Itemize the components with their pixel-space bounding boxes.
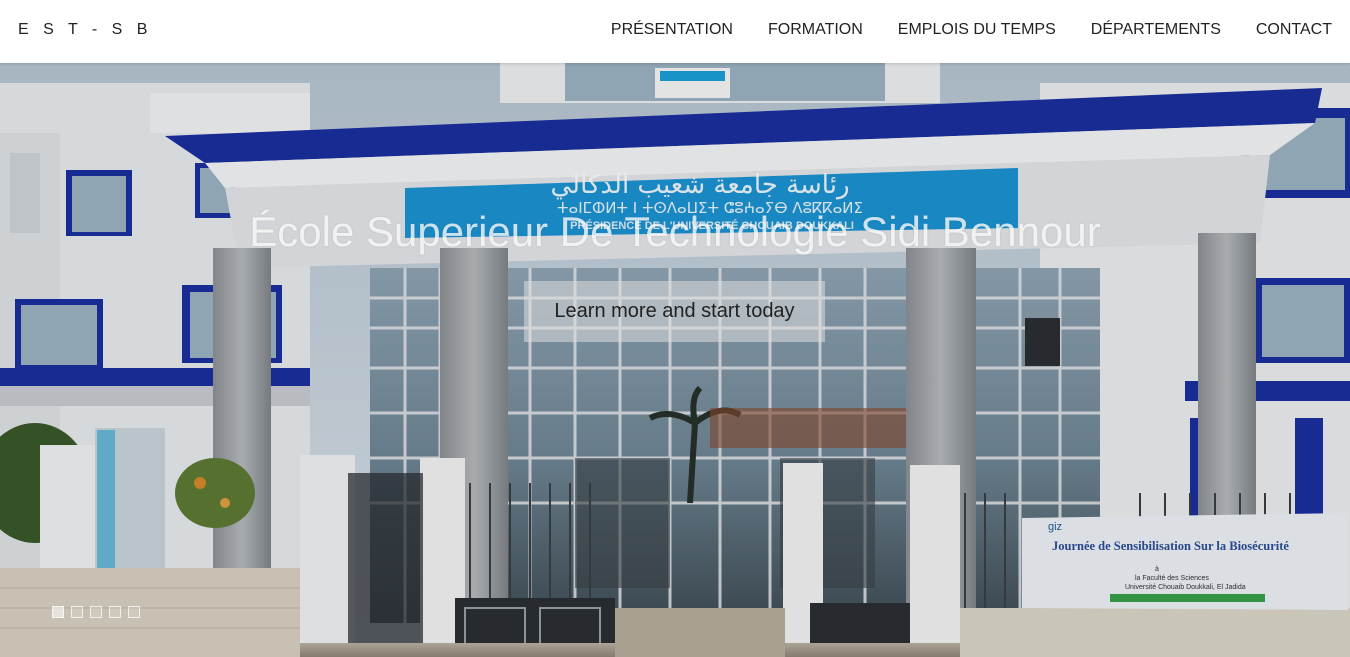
hero-carousel: رئاسة جامعة شعيب الدكالي ⵜⴰⵏⵎⵀⵍⵜ ⵏ ⵜⵙⴷⴰⵡ…	[0, 63, 1350, 657]
brand-logo-text[interactable]: E S T - S B	[18, 21, 152, 39]
carousel-indicators	[52, 606, 140, 618]
hero-title: École Superieur De Technologie Sidi Benn…	[249, 208, 1101, 255]
nav-item-emplois-du-temps[interactable]: EMPLOIS DU TEMPS	[898, 21, 1056, 39]
nav-item-formation[interactable]: FORMATION	[768, 21, 863, 39]
nav-item-contact[interactable]: CONTACT	[1256, 21, 1332, 39]
carousel-dot-4[interactable]	[109, 606, 121, 618]
carousel-dot-1[interactable]	[52, 606, 64, 618]
hero-building-photo: رئاسة جامعة شعيب الدكالي ⵜⴰⵏⵎⵀⵍⵜ ⵏ ⵜⵙⴷⴰⵡ…	[0, 63, 1350, 657]
carousel-dot-2[interactable]	[71, 606, 83, 618]
nav-item-departements[interactable]: DÉPARTEMENTS	[1091, 21, 1221, 39]
carousel-dot-3[interactable]	[90, 606, 102, 618]
carousel-dot-5[interactable]	[128, 606, 140, 618]
nav-item-presentation[interactable]: PRÉSENTATION	[611, 21, 733, 39]
learn-more-button[interactable]: Learn more and start today	[524, 281, 825, 342]
top-navbar: E S T - S B PRÉSENTATION FORMATION EMPLO…	[0, 0, 1350, 63]
main-nav: PRÉSENTATION FORMATION EMPLOIS DU TEMPS …	[611, 21, 1332, 39]
